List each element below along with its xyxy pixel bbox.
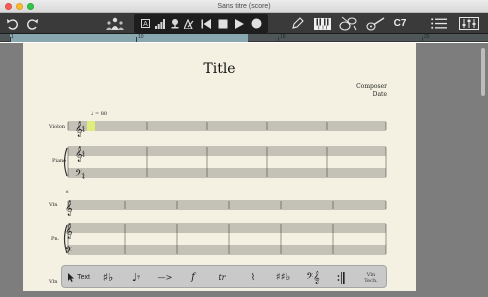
mixer-levels-button[interactable] [154,15,166,32]
guitar-button[interactable] [365,15,387,32]
ruler-label: 26 [424,34,430,40]
tempo-icon [184,18,194,29]
main-toolbar: A C7 [0,13,488,34]
treble-clef-icon: 𝄞 [65,224,73,239]
palette-text-tool[interactable]: Text [66,267,92,288]
ensemble-icon [106,17,124,30]
staff-piano[interactable] [67,223,387,255]
palette-barlines[interactable] [334,267,348,288]
chord-symbol-label[interactable]: C7 [389,15,411,32]
visible-range-highlight[interactable] [10,34,248,42]
piano-brace [63,147,68,177]
ruler-tick [278,37,279,42]
svg-text:A: A [143,21,148,28]
palette-hairpins[interactable]: —> [154,267,176,288]
palette-techniques[interactable]: Vln Tech. [358,267,384,288]
window-title-bar: Sans titre (score) [0,0,488,13]
time-signature: 4 [82,153,85,159]
instruments-button[interactable] [338,15,358,32]
palette-ornaments[interactable]: tr [212,267,232,288]
notation-palette: Text ♯♭ ♩𝄾 —> f tr ⌇ ♯♯♭ 𝄢𝄞 Vln Tech. [61,265,387,288]
undo-button[interactable] [4,15,20,32]
list-view-button[interactable] [430,15,448,32]
stop-button[interactable] [217,15,229,32]
levels-icon [155,18,165,29]
skip-back-icon [201,18,211,29]
vertical-scrollbar[interactable] [481,48,485,96]
metronome-button[interactable] [169,15,181,32]
repeat-barline-icon [337,271,345,284]
undo-icon [6,18,18,30]
rewind-button[interactable] [200,15,212,32]
time-signature: 4 [82,128,85,134]
palette-clefs[interactable]: 𝄢𝄞 [302,267,324,288]
record-icon [251,18,261,29]
palette-accidentals[interactable]: ♯♭ [98,267,118,288]
arrow-cursor-icon [68,273,75,282]
inspector-button[interactable] [458,15,480,32]
sliders-icon [459,17,479,30]
redo-icon [26,18,38,30]
ruler-tick [136,37,137,42]
record-button[interactable] [250,15,262,32]
score-workspace[interactable]: Title Composer Date ♩ = 80 Violon Piano … [0,43,488,297]
play-icon [235,18,244,29]
tempo-button[interactable] [183,15,195,32]
score-systems[interactable]: 𝄞 𝄞 𝄢 4 4 4 4 4 4 𝄞 𝄞 𝄢 [23,43,416,291]
drums-icon [339,16,357,31]
staff-violin[interactable] [67,200,387,210]
timeline-ruler[interactable]: 1 10 18 26 [0,34,488,42]
pen-icon [291,17,304,29]
ruler-tick [422,37,423,42]
staff-violin[interactable] [67,121,387,131]
palette-tremolo[interactable]: ⌇ [242,267,264,288]
palette-dynamics[interactable]: f [182,267,204,288]
ruler-tick [10,37,11,42]
guitar-icon [366,16,385,31]
ruler-label: 18 [280,34,286,40]
metronome-icon [171,19,179,29]
stop-icon [218,19,228,28]
close-window-button[interactable] [5,3,12,10]
text-box-icon: A [140,19,150,28]
palette-notes-rests[interactable]: ♩𝄾 [126,267,146,288]
window-title: Sans titre (score) [217,2,271,10]
maximize-window-button[interactable] [27,3,34,10]
ruler-label: 1 [11,34,14,40]
palette-text-label: Text [77,274,90,281]
ensemble-button[interactable] [104,15,126,32]
bass-clef-icon: 𝄢 [65,245,72,258]
selection-cursor[interactable] [87,121,95,131]
palette-key-signatures[interactable]: ♯♯♭ [272,267,294,288]
keyboard-button[interactable] [312,15,332,32]
minimize-window-button[interactable] [16,3,23,10]
redo-button[interactable] [24,15,40,32]
palette-technique-label: Tech. [364,277,378,284]
score-page[interactable]: Title Composer Date ♩ = 80 Violon Piano … [23,43,416,291]
piano-keyboard-icon [313,17,331,30]
text-mode-button[interactable]: A [139,15,151,32]
time-signature: 4 [82,175,85,181]
staff-piano[interactable] [67,146,387,178]
treble-clef-icon: 𝄞 [65,201,73,216]
pen-tool-button[interactable] [289,15,305,32]
play-button[interactable] [233,15,245,32]
ruler-label: 10 [138,34,144,40]
list-icon [431,18,447,29]
